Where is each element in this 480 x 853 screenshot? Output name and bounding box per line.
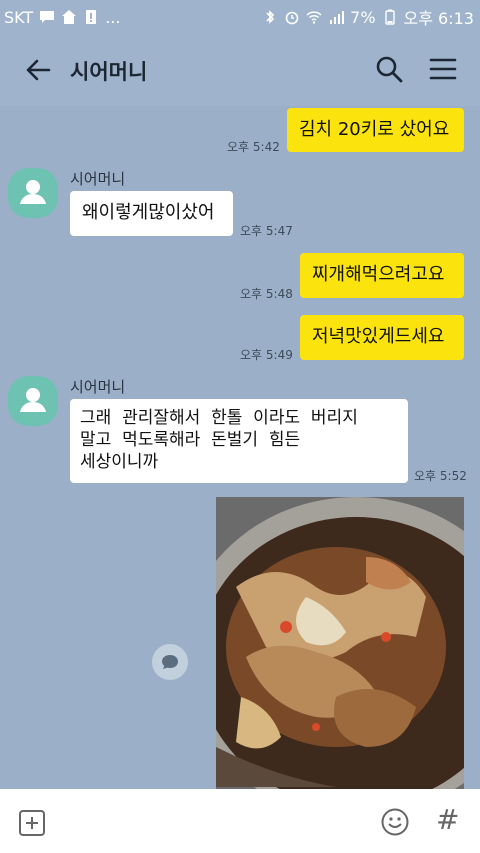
my-message-bubble[interactable]: 김치 20키로 샀어요 — [287, 108, 464, 152]
signal-icon — [330, 11, 345, 24]
message-text: 김치 20키로 샀어요 — [299, 119, 450, 140]
arrow-left-icon[interactable] — [24, 56, 52, 84]
network-share-icon — [62, 10, 77, 24]
hamburger-menu-icon[interactable] — [428, 54, 458, 84]
more-notifications: ... — [105, 7, 121, 27]
photo-message[interactable] — [216, 497, 464, 789]
message-time: 오후 5:52 — [414, 469, 467, 483]
status-bar: SKT ... 7% 오후 6:13 — [0, 0, 480, 34]
my-message-bubble[interactable]: 저녁맛있게드세요 — [300, 315, 464, 360]
user-silhouette-icon — [20, 180, 46, 204]
kimchi-stew-photo — [216, 497, 464, 789]
share-button[interactable] — [152, 644, 188, 680]
sender-name: 시어머니 — [70, 378, 126, 396]
message-text: 찌개해먹으려고요 — [312, 264, 445, 285]
message-time: 오후 5:47 — [240, 224, 293, 238]
chat-notification-icon — [40, 11, 55, 23]
message-time: 오후 5:42 — [227, 140, 280, 154]
user-silhouette-icon — [20, 388, 46, 412]
message-text: 저녁맛있게드세요 — [312, 326, 445, 347]
avatar[interactable] — [8, 376, 58, 426]
message-time: 오후 5:48 — [240, 287, 293, 301]
message-input-bar: # — [0, 789, 480, 853]
chat-header: 시어머니 — [0, 34, 480, 106]
bluetooth-icon — [266, 10, 275, 24]
sim-alert-icon — [86, 10, 97, 24]
carrier-label: SKT — [4, 7, 34, 27]
their-message-bubble[interactable]: 그래 관리잘해서 한톨 이라도 버리지 말고 먹도록해라 돈벌기 힘든 세상이니까 — [70, 399, 408, 483]
message-text: 왜이렇게많이샀어 — [82, 202, 215, 223]
my-message-bubble[interactable]: 찌개해먹으려고요 — [300, 253, 464, 298]
battery-icon — [384, 9, 395, 25]
message-time: 오후 5:49 — [240, 348, 293, 362]
message-text-line: 세상이니까 — [80, 452, 159, 472]
message-text-line: 그래 관리잘해서 한톨 이라도 버리지 — [80, 408, 358, 428]
sender-name: 시어머니 — [70, 170, 126, 188]
avatar[interactable] — [8, 168, 58, 218]
smile-icon[interactable] — [380, 807, 410, 837]
wifi-icon — [306, 11, 322, 24]
alarm-icon — [285, 11, 299, 25]
their-message-bubble[interactable]: 왜이렇게많이샀어 — [70, 191, 233, 236]
plus-icon[interactable] — [18, 809, 46, 837]
hashtag-search-button[interactable]: # — [436, 803, 459, 836]
search-icon[interactable] — [374, 54, 404, 84]
speech-bubble-icon — [162, 655, 178, 669]
clock: 오후 6:13 — [403, 9, 474, 28]
chat-room-title: 시어머니 — [70, 60, 148, 84]
message-text-line: 말고 먹도록해라 돈벌기 힘든 — [80, 430, 301, 450]
battery-percent: 7% — [350, 7, 376, 27]
